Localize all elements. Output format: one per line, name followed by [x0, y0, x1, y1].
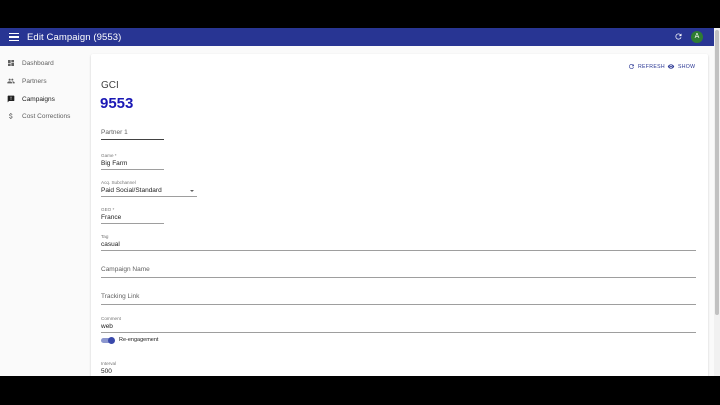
sidebar-item-label: Partners	[22, 77, 47, 85]
tracking-link-placeholder: Tracking Link	[101, 293, 140, 300]
tracking-link-field[interactable]: Tracking Link	[101, 293, 696, 306]
show-button[interactable]: SHOW	[667, 63, 695, 70]
acq-subchannel-underline	[101, 196, 197, 197]
avatar[interactable]: A	[691, 31, 703, 43]
scrollbar[interactable]	[714, 28, 720, 376]
sidebar-item-partners[interactable]: Partners	[0, 73, 91, 89]
acq-subchannel-select[interactable]: Acq. Subchannel Paid Social/Standard	[101, 180, 197, 198]
app-screen: Edit Campaign (9553) A Dashboard Partner…	[0, 28, 720, 376]
interval-label: Interval	[101, 361, 117, 366]
sidebar-item-label: Dashboard	[22, 59, 54, 67]
tag-field[interactable]: Tag casual	[101, 234, 696, 252]
game-underline	[101, 169, 164, 170]
reengagement-label: Re-engagement	[119, 337, 159, 343]
record-subtitle: GCI	[101, 80, 119, 91]
sidebar-item-label: Cost Corrections	[22, 112, 71, 120]
game-value: Big Farm	[101, 160, 128, 167]
refresh-button[interactable]: REFRESH	[628, 63, 665, 70]
game-field[interactable]: Game * Big Farm	[101, 153, 164, 171]
refresh-icon[interactable]	[674, 32, 683, 41]
edit-form-card: REFRESH SHOW GCI 9553 Partner 1 Game * B…	[91, 54, 708, 376]
toggle-knob	[108, 337, 115, 344]
refresh-icon	[629, 64, 634, 69]
dashboard-icon	[8, 60, 14, 66]
game-label: Game *	[101, 153, 117, 158]
partner-field[interactable]: Partner 1	[101, 129, 164, 141]
acq-subchannel-label: Acq. Subchannel	[101, 180, 136, 185]
geo-label: GEO *	[101, 207, 115, 212]
campaign-name-field[interactable]: Campaign Name	[101, 266, 696, 279]
tracking-link-underline	[101, 304, 696, 305]
eye-icon	[667, 64, 675, 69]
record-id: 9553	[100, 95, 134, 112]
comment-underline	[101, 332, 696, 333]
refresh-label: REFRESH	[638, 63, 665, 70]
geo-underline	[101, 223, 164, 224]
sidebar-item-dashboard[interactable]: Dashboard	[0, 55, 91, 71]
acq-subchannel-value: Paid Social/Standard	[101, 187, 162, 194]
people-icon	[7, 78, 15, 84]
interval-field[interactable]: Interval 500	[101, 361, 120, 376]
app-bar: Edit Campaign (9553) A	[0, 28, 714, 46]
comment-field[interactable]: Comment web	[101, 316, 696, 334]
sidebar-item-campaigns[interactable]: Campaigns	[0, 91, 91, 107]
geo-field[interactable]: GEO * France	[101, 207, 164, 225]
interval-value: 500	[101, 368, 112, 375]
chevron-down-icon	[190, 190, 194, 192]
page-title: Edit Campaign (9553)	[27, 31, 122, 43]
geo-value: France	[101, 214, 122, 221]
partner-underline	[101, 139, 164, 141]
sidebar-item-cost-corrections[interactable]: Cost Corrections	[0, 108, 91, 124]
campaign-name-underline	[101, 277, 696, 278]
scrollbar-thumb[interactable]	[715, 30, 719, 315]
main-content: REFRESH SHOW GCI 9553 Partner 1 Game * B…	[91, 46, 714, 376]
menu-icon[interactable]	[9, 33, 19, 41]
tag-label: Tag	[101, 234, 109, 239]
campaign-name-placeholder: Campaign Name	[101, 266, 150, 273]
partner-placeholder: Partner 1	[101, 129, 128, 136]
show-label: SHOW	[678, 63, 696, 70]
comment-value: web	[101, 323, 113, 330]
sidebar: Dashboard Partners Campaigns Cost Correc…	[0, 46, 91, 376]
dollar-icon	[9, 113, 13, 119]
reengagement-toggle[interactable]	[101, 337, 115, 344]
tag-underline	[101, 250, 696, 251]
campaigns-icon	[7, 95, 15, 103]
tag-value: casual	[101, 241, 120, 248]
comment-label: Comment	[101, 316, 121, 321]
sidebar-item-label: Campaigns	[22, 95, 55, 103]
